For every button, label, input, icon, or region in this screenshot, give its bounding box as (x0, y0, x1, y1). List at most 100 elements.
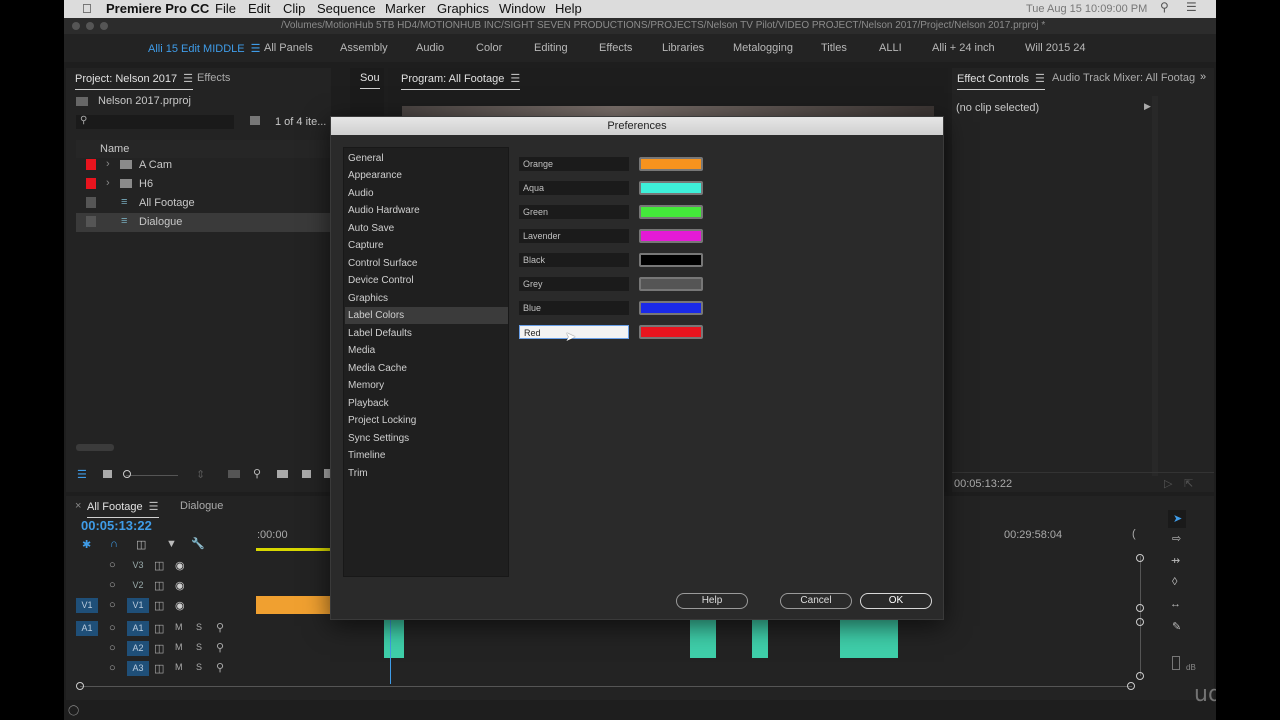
slip-tool-icon[interactable]: ↔ (1170, 598, 1181, 610)
audio-clip[interactable] (840, 620, 898, 658)
cancel-button[interactable]: Cancel (780, 593, 852, 609)
status-indicator-icon[interactable]: ◯ (68, 705, 79, 716)
label-color-swatch[interactable] (639, 301, 703, 315)
zoom-window-icon[interactable] (100, 22, 108, 30)
pen-tool-icon[interactable]: ✎ (1172, 620, 1181, 633)
sync-lock-icon[interactable]: ◫ (154, 642, 164, 655)
lock-icon[interactable]: ○ (109, 622, 116, 634)
workspace-item[interactable]: Assembly (340, 42, 388, 54)
horizontal-zoom-bar[interactable] (80, 686, 1132, 687)
solo-button[interactable]: S (196, 642, 202, 652)
solo-button[interactable]: S (196, 622, 202, 632)
menubar-clock[interactable]: Tue Aug 15 10:09:00 PM (1026, 3, 1147, 15)
panel-overflow-icon[interactable]: » (1200, 71, 1206, 83)
solo-button[interactable]: S (196, 662, 202, 672)
tab-dialogue[interactable]: Dialogue (180, 500, 223, 512)
search-input[interactable]: ⚲ (76, 115, 234, 129)
razor-tool-icon[interactable]: ◊ (1172, 576, 1177, 588)
microphone-icon[interactable]: ⚲ (216, 661, 224, 674)
audio-clip[interactable] (384, 620, 404, 658)
track-header-a3[interactable]: ○ A3 ◫ M S ⚲ (76, 659, 256, 678)
sort-icon[interactable]: ⇕ (196, 468, 205, 481)
tab-all-footage[interactable]: All Footage ☰ (87, 500, 159, 518)
category-item[interactable]: Timeline (345, 447, 508, 464)
sync-lock-icon[interactable]: ◫ (154, 559, 164, 572)
label-color-swatch[interactable] (639, 325, 703, 339)
category-item[interactable]: Sync Settings (345, 430, 508, 447)
close-tab-icon[interactable]: × (75, 500, 81, 512)
workspace-item[interactable]: Titles (821, 42, 847, 54)
vertical-scrollbar[interactable] (1152, 96, 1158, 476)
list-item[interactable]: ≡ All Footage (76, 194, 330, 213)
scroll-handle[interactable] (1136, 672, 1144, 680)
list-view-icon[interactable]: ☰ (77, 468, 87, 481)
workspace-item[interactable]: Editing (534, 42, 568, 54)
help-button[interactable]: Help (676, 593, 748, 609)
mute-button[interactable]: M (175, 642, 183, 652)
mute-button[interactable]: M (175, 622, 183, 632)
lock-icon[interactable]: ○ (109, 559, 116, 571)
microphone-icon[interactable]: ⚲ (216, 621, 224, 634)
category-item[interactable]: Audio (345, 185, 508, 202)
selection-tool[interactable]: ➤ (1168, 510, 1186, 528)
mute-button[interactable]: M (175, 662, 183, 672)
add-marker-icon[interactable]: ▼ (166, 538, 177, 550)
app-menu[interactable]: Premiere Pro CC (106, 1, 209, 16)
label-color-swatch[interactable] (639, 253, 703, 267)
category-item[interactable]: Trim (345, 465, 508, 482)
label-name-field[interactable]: Aqua (519, 181, 629, 195)
track-select-tool-icon[interactable]: ⇨ (1172, 532, 1181, 545)
label-color-chip[interactable] (86, 159, 96, 170)
category-item[interactable]: Capture (345, 237, 508, 254)
label-color-chip[interactable] (86, 216, 96, 227)
workspace-item[interactable]: Audio (416, 42, 444, 54)
new-bin-icon[interactable] (250, 116, 260, 125)
sync-lock-icon[interactable]: ◫ (154, 599, 164, 612)
tab-program[interactable]: Program: All Footage ☰ (401, 72, 521, 90)
workspace-item[interactable]: Metalogging (733, 42, 793, 54)
menu-help[interactable]: Help (555, 1, 582, 16)
zoom-handle-right[interactable] (1127, 682, 1135, 690)
track-header-v1[interactable]: V1 ○ V1 ◫ ◉ (76, 596, 256, 615)
playhead[interactable] (390, 620, 391, 684)
category-item[interactable]: Media Cache (345, 360, 508, 377)
sync-lock-icon[interactable]: ◫ (154, 662, 164, 675)
menu-icon[interactable]: ☰ (149, 500, 159, 513)
workspace-active[interactable]: Alli 15 Edit MIDDLE ☰ (148, 42, 260, 55)
category-item[interactable]: Appearance (345, 167, 508, 184)
tab-effect-controls[interactable]: Effect Controls ☰ (957, 72, 1045, 90)
ripple-edit-tool-icon[interactable]: ⇸ (1171, 554, 1180, 567)
chevron-right-icon[interactable]: › (106, 177, 110, 189)
export-icon[interactable]: ⇱ (1184, 477, 1193, 490)
track-target-v1[interactable]: V1 (127, 598, 149, 613)
track-header-v3[interactable]: ○ V3 ◫ ◉ (76, 556, 256, 575)
category-item[interactable]: Media (345, 342, 508, 359)
workspace-item[interactable]: Effects (599, 42, 632, 54)
label-color-swatch[interactable] (639, 205, 703, 219)
label-color-chip[interactable] (86, 197, 96, 208)
label-color-chip[interactable] (86, 178, 96, 189)
timeline-timecode[interactable]: 00:05:13:22 (81, 518, 152, 533)
label-color-swatch[interactable] (639, 277, 703, 291)
label-name-field[interactable]: Green (519, 205, 629, 219)
scroll-handle[interactable] (1136, 618, 1144, 626)
label-color-swatch[interactable] (639, 181, 703, 195)
label-color-swatch[interactable] (639, 229, 703, 243)
find-icon[interactable]: ⚲ (253, 467, 261, 480)
workspace-item[interactable]: ALLI (879, 42, 902, 54)
workspace-item[interactable]: Color (476, 42, 502, 54)
menu-icon[interactable]: ☰ (1035, 72, 1045, 85)
new-bin-icon[interactable] (277, 470, 288, 478)
workspace-item[interactable]: All Panels (264, 42, 313, 54)
eye-icon[interactable]: ◉ (175, 579, 185, 592)
spotlight-icon[interactable]: ⚲ (1160, 0, 1169, 14)
vertical-zoom-bar[interactable] (1140, 556, 1141, 676)
list-item[interactable]: › H6 (76, 175, 330, 194)
zoom-slider[interactable] (126, 475, 178, 476)
label-name-field[interactable]: Grey (519, 277, 629, 291)
lock-icon[interactable]: ○ (109, 599, 116, 611)
scroll-handle[interactable] (1136, 554, 1144, 562)
workspace-item[interactable]: Libraries (662, 42, 704, 54)
label-name-field[interactable]: Orange (519, 157, 629, 171)
play-triangle-icon[interactable]: ▶ (1144, 101, 1151, 112)
